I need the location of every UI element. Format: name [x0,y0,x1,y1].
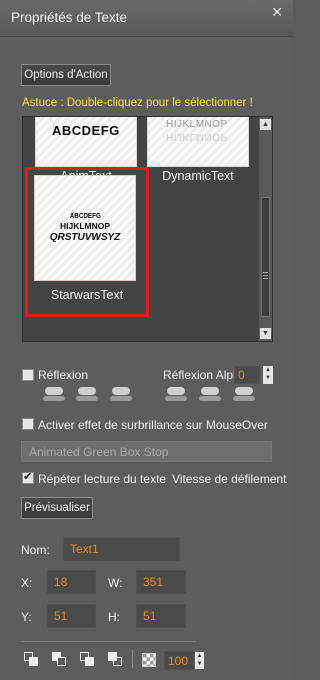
gallery-item-starwarstext[interactable]: ABCDEFG HIJKLMNOP QRSTUVWSYZ [34,175,136,281]
w-label: W: [108,576,123,590]
gallery-item-dynamictext[interactable]: HIJKLMNOP HIJKLMNOP [147,117,249,167]
reflection-style-option[interactable] [78,387,96,395]
mouseover-sound-field[interactable]: Animated Green Box Stop [21,441,272,462]
y-input[interactable]: 51 [47,604,96,628]
reflection-alpha-input[interactable]: 0 [234,366,260,384]
h-input[interactable]: 51 [136,604,186,628]
gallery-item-label: DynamicText [162,169,234,183]
bring-forward-icon[interactable] [52,652,67,667]
gallery-scrollbar[interactable]: ▲ ▼ [259,117,272,341]
scroll-down-icon[interactable]: ▼ [260,328,271,339]
scroll-speed-label: Vitesse de défilement [172,472,287,486]
reflection-style-option[interactable] [45,387,63,395]
reflection-style-option[interactable] [167,387,185,395]
bring-to-front-icon[interactable] [24,652,39,667]
dynamictext-sample: HIJKLMNOP [166,119,228,130]
scroll-thumb[interactable] [261,197,270,317]
action-options-button[interactable]: Options d'Action [21,64,111,86]
starwars-line-3: QRSTUVWSYZ [49,232,121,243]
x-input[interactable]: 18 [47,570,96,594]
title-bar: Propriétés de Texte ✕ [0,0,293,37]
close-icon[interactable]: ✕ [271,4,283,21]
name-label: Nom: [21,543,50,557]
starwars-line-2: HIJKLMNOP [59,221,111,231]
mouseover-highlight-label: Activer effet de surbrillance sur MouseO… [38,418,268,432]
opacity-stepper[interactable]: ▲ ▼ [195,652,204,669]
separator [132,650,133,668]
dynamictext-reflection: HIJKLMNOP [166,131,228,142]
opacity-icon [142,653,156,667]
text-properties-panel: Propriétés de Texte ✕ Options d'Action A… [0,0,293,680]
y-label: Y: [21,610,32,624]
gallery-item-label: StarwarsText [50,288,124,302]
repeat-text-checkbox[interactable]: ✔ [22,471,34,484]
reflection-checkbox[interactable] [22,369,34,381]
text-effect-gallery[interactable]: ABCDEFG AnimText HIJKLMNOP HIJKLMNOP Dyn… [22,116,273,342]
preview-button[interactable]: Prévisualiser [21,497,93,519]
checkmark-icon: ✔ [23,471,33,483]
scroll-up-icon[interactable]: ▲ [260,119,271,130]
w-input[interactable]: 351 [136,570,186,594]
gallery-item-animtext[interactable]: ABCDEFG [35,117,137,167]
repeat-text-label: Répéter lecture du texte [38,472,167,486]
animtext-sample: ABCDEFG [52,123,120,138]
tip-text: Astuce : Double-cliquez pour le sélectio… [22,97,253,109]
mouseover-highlight-checkbox[interactable] [22,418,34,430]
starwars-line-1: ABCDEFG [69,213,101,220]
reflection-label: Réflexion [38,368,89,382]
panel-title: Propriétés de Texte [11,10,128,25]
reflection-style-option[interactable] [201,387,219,395]
h-label: H: [108,610,120,624]
reflection-style-option[interactable] [235,387,253,395]
send-backward-icon[interactable] [80,652,95,667]
x-label: X: [21,576,33,590]
opacity-input[interactable]: 100 [164,651,194,670]
reflection-alpha-stepper[interactable]: ▲ ▼ [263,366,273,384]
name-input[interactable]: Text1 [63,537,180,561]
divider [21,641,196,642]
reflection-style-option[interactable] [112,387,130,395]
send-to-back-icon[interactable] [108,652,123,667]
